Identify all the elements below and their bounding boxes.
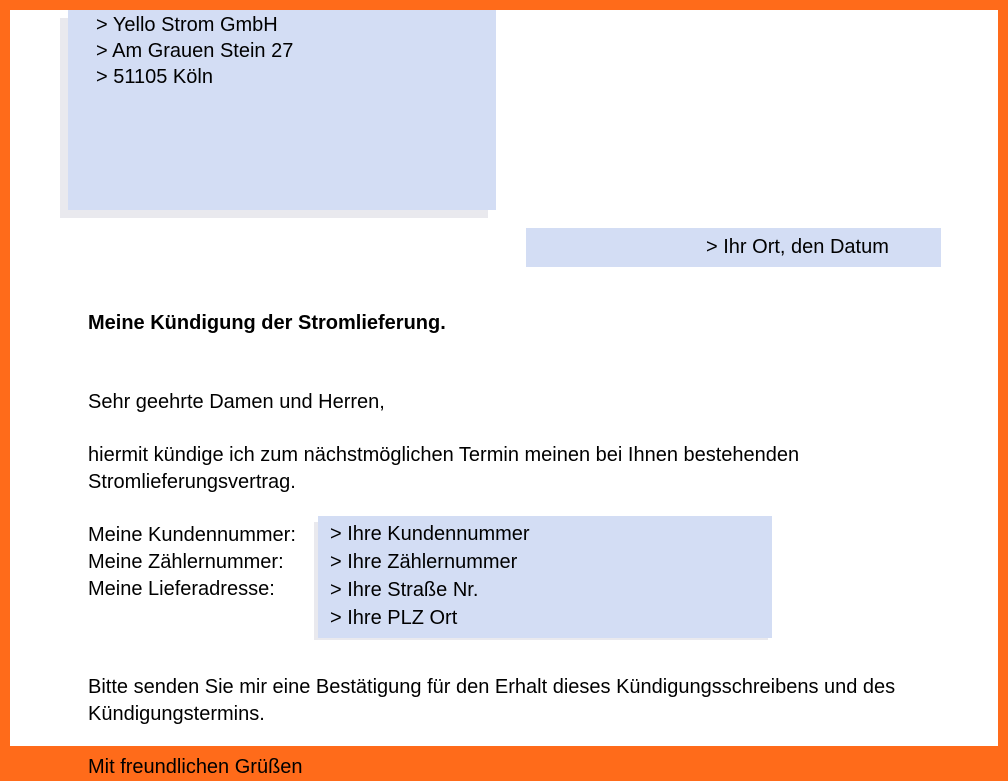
field-values: > Ihre Kundennummer > Ihre Zählernummer … (318, 516, 772, 638)
label-delivery-address: Meine Lieferadresse: (88, 576, 296, 603)
date-place-field: > Ihr Ort, den Datum (526, 228, 941, 267)
recipient-address: > Yello Strom GmbH > Am Grauen Stein 27 … (68, 10, 496, 210)
recipient-line-1: > Yello Strom GmbH (96, 12, 468, 38)
paragraph-confirmation: Bitte senden Sie mir eine Bestätigung fü… (88, 674, 938, 728)
value-city: > Ihre PLZ Ort (330, 604, 760, 632)
salutation: Sehr geehrte Damen und Herren, (88, 389, 938, 416)
label-customer-number: Meine Kundennummer: (88, 522, 296, 549)
label-meter-number: Meine Zählernummer: (88, 549, 296, 576)
field-values-block: > Ihre Kundennummer > Ihre Zählernummer … (318, 516, 772, 638)
customer-fields: Meine Kundennummer: Meine Zählernummer: … (88, 522, 938, 646)
recipient-line-3: > 51105 Köln (96, 64, 468, 90)
closing: Mit freundlichen Grüßen (88, 754, 938, 781)
recipient-line-2: > Am Grauen Stein 27 (96, 38, 468, 64)
paragraph-cancellation: hiermit kündige ich zum nächstmöglichen … (88, 442, 938, 496)
recipient-address-block: > Yello Strom GmbH > Am Grauen Stein 27 … (68, 10, 496, 210)
value-customer-number: > Ihre Kundennummer (330, 520, 760, 548)
value-street: > Ihre Straße Nr. (330, 576, 760, 604)
date-place-text: > Ihr Ort, den Datum (706, 236, 889, 258)
document-page: > Yello Strom GmbH > Am Grauen Stein 27 … (10, 10, 998, 746)
value-meter-number: > Ihre Zählernummer (330, 548, 760, 576)
subject-line: Meine Kündigung der Stromlieferung. (88, 310, 938, 337)
letter-body: Meine Kündigung der Stromlieferung. Sehr… (88, 310, 938, 781)
field-labels: Meine Kundennummer: Meine Zählernummer: … (88, 522, 296, 603)
